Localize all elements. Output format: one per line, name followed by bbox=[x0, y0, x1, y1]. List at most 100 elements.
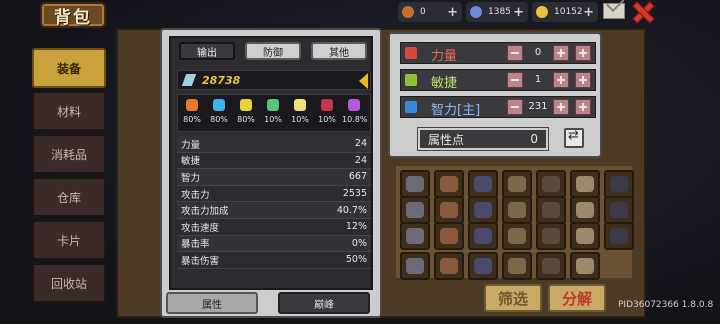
item-slot[interactable] bbox=[468, 252, 498, 280]
item-icon bbox=[542, 202, 560, 218]
attr-name: 攻击力加成 bbox=[181, 206, 229, 218]
plus-icon[interactable]: + bbox=[513, 5, 524, 20]
tab-equipment[interactable]: 装备 bbox=[32, 48, 106, 88]
item-slot[interactable] bbox=[434, 252, 464, 280]
close-icon[interactable] bbox=[632, 1, 652, 21]
attr-name: 力量 bbox=[181, 139, 201, 151]
item-icon bbox=[440, 228, 458, 244]
item-slot[interactable] bbox=[570, 170, 600, 198]
agility-icon bbox=[405, 74, 417, 86]
feather-icon bbox=[181, 74, 197, 86]
item-slot[interactable] bbox=[604, 170, 634, 198]
tab-recycle[interactable]: 回收站 bbox=[32, 263, 106, 303]
poison-skull-icon bbox=[267, 99, 279, 111]
decompose-button[interactable]: 分解 bbox=[548, 284, 606, 312]
tab-other[interactable]: 其他 bbox=[311, 42, 367, 60]
plus-icon[interactable]: + bbox=[583, 5, 594, 20]
currency-1[interactable]: 0 + bbox=[398, 2, 462, 22]
item-slot[interactable] bbox=[434, 222, 464, 250]
attr-value: 24 bbox=[354, 138, 367, 150]
item-icon bbox=[542, 228, 560, 244]
intellect-icon bbox=[405, 101, 417, 113]
item-slot[interactable] bbox=[604, 222, 634, 250]
tab-peak[interactable]: 巅峰 bbox=[278, 292, 370, 314]
arrow-left-icon[interactable] bbox=[359, 73, 368, 89]
points-value: 0 bbox=[530, 132, 538, 146]
item-icon bbox=[440, 176, 458, 192]
minus-button[interactable] bbox=[507, 99, 523, 115]
plus-max-button[interactable] bbox=[575, 72, 591, 88]
tab-consumables[interactable]: 消耗品 bbox=[32, 134, 106, 174]
minus-button[interactable] bbox=[507, 72, 523, 88]
currency-3[interactable]: 10152 + bbox=[532, 2, 598, 22]
element-poison: 10% bbox=[261, 97, 285, 124]
plus-max-button[interactable] bbox=[575, 45, 591, 61]
plus-max-button[interactable] bbox=[575, 99, 591, 115]
item-icon bbox=[406, 176, 424, 192]
item-icon bbox=[508, 202, 526, 218]
stats-panel: 输出 防御 其他 28738 80% 80% 80% 10% 10% 10% 1… bbox=[160, 28, 382, 318]
strength-icon bbox=[405, 47, 417, 59]
item-slot[interactable] bbox=[536, 252, 566, 280]
item-slot[interactable] bbox=[468, 170, 498, 198]
item-slot[interactable] bbox=[434, 170, 464, 198]
mail-icon[interactable] bbox=[603, 3, 625, 19]
item-slot[interactable] bbox=[400, 196, 430, 224]
item-icon bbox=[440, 258, 458, 274]
tab-materials[interactable]: 材料 bbox=[32, 91, 106, 131]
item-slot[interactable] bbox=[502, 222, 532, 250]
coin-icon bbox=[536, 6, 548, 18]
attr-value: 24 bbox=[354, 154, 367, 166]
item-slot[interactable] bbox=[570, 222, 600, 250]
item-slot[interactable] bbox=[570, 252, 600, 280]
item-slot[interactable] bbox=[400, 222, 430, 250]
plus-button[interactable] bbox=[553, 72, 569, 88]
item-slot[interactable] bbox=[536, 196, 566, 224]
element-pct: 80% bbox=[183, 115, 201, 124]
item-slot[interactable] bbox=[502, 170, 532, 198]
page-title: 背包 bbox=[54, 7, 92, 28]
element-pct: 10.8% bbox=[342, 115, 368, 124]
item-slot[interactable] bbox=[570, 196, 600, 224]
plus-icon[interactable]: + bbox=[447, 5, 458, 20]
alloc-value: 1 bbox=[534, 74, 542, 85]
item-slot[interactable] bbox=[502, 252, 532, 280]
tab-attributes[interactable]: 属性 bbox=[166, 292, 258, 314]
item-slot[interactable] bbox=[400, 170, 430, 198]
item-icon bbox=[610, 176, 628, 192]
item-slot[interactable] bbox=[536, 222, 566, 250]
item-slot[interactable] bbox=[502, 196, 532, 224]
tab-cards[interactable]: 卡片 bbox=[32, 220, 106, 260]
item-icon bbox=[406, 228, 424, 244]
gem-icon bbox=[470, 6, 482, 18]
tab-defense[interactable]: 防御 bbox=[245, 42, 301, 60]
item-slot[interactable] bbox=[434, 196, 464, 224]
plus-button[interactable] bbox=[553, 45, 569, 61]
attribute-points: 属性点 0 bbox=[417, 127, 549, 151]
tab-output[interactable]: 输出 bbox=[179, 42, 235, 60]
item-slot[interactable] bbox=[604, 196, 634, 224]
item-slot[interactable] bbox=[400, 252, 430, 280]
attribute-table: 力量 24 敏捷 24 智力 667 攻击力 2535 攻击力加成 40.7% 攻击速度 1… bbox=[177, 136, 371, 269]
item-icon bbox=[474, 228, 492, 244]
item-icon bbox=[474, 176, 492, 192]
top-bar: 背包 0 + 1385 + 10152 + bbox=[0, 0, 720, 28]
element-ice: 80% bbox=[207, 97, 231, 124]
attr-value: 40.7% bbox=[336, 204, 367, 216]
item-icon bbox=[508, 258, 526, 274]
reset-icon[interactable] bbox=[564, 128, 584, 148]
attr-value: 667 bbox=[348, 171, 367, 183]
plus-button[interactable] bbox=[553, 99, 569, 115]
item-icon bbox=[474, 202, 492, 218]
item-slot[interactable] bbox=[536, 170, 566, 198]
filter-button[interactable]: 筛选 bbox=[484, 284, 542, 312]
alloc-row-strength: 力量 0 bbox=[400, 42, 596, 64]
alloc-name: 敏捷 bbox=[431, 76, 458, 91]
currency-2[interactable]: 1385 + bbox=[466, 2, 528, 22]
item-slot[interactable] bbox=[468, 196, 498, 224]
tab-warehouse[interactable]: 仓库 bbox=[32, 177, 106, 217]
attribute-allocation-panel: 力量 0 敏捷 1 智力[主] 231 属性点 0 bbox=[388, 32, 602, 158]
minus-button[interactable] bbox=[507, 45, 523, 61]
item-icon bbox=[576, 176, 594, 192]
item-slot[interactable] bbox=[468, 222, 498, 250]
